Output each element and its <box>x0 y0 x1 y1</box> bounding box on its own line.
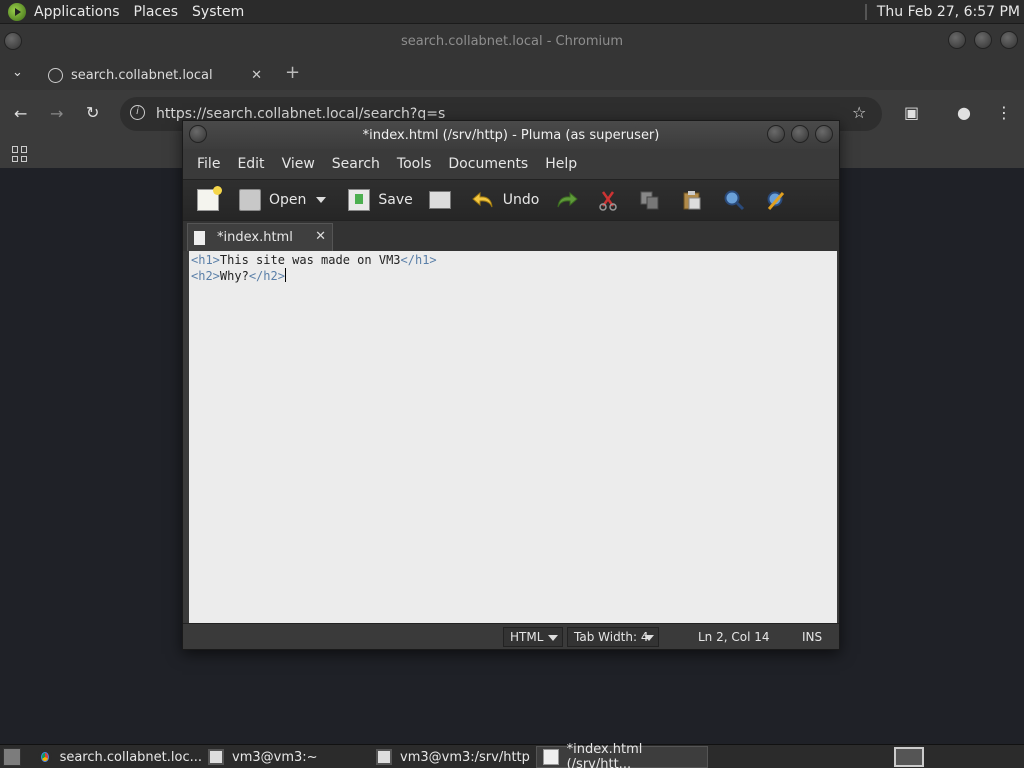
menu-help[interactable]: Help <box>545 156 577 172</box>
new-document-icon[interactable] <box>197 186 222 211</box>
clock[interactable]: Thu Feb 27, 6:57 PM <box>877 4 1020 20</box>
panel-menu: Applications Places System <box>0 2 244 21</box>
pluma-window-controls <box>767 125 833 143</box>
reload-icon[interactable]: ↻ <box>86 103 99 122</box>
cut-icon[interactable] <box>597 189 619 211</box>
close-button[interactable] <box>1000 31 1018 49</box>
text-editor-icon <box>543 749 559 765</box>
document-icon <box>194 230 205 245</box>
document-tab-label: *index.html <box>217 230 293 245</box>
system-menu[interactable]: System <box>192 4 244 20</box>
chromium-tabstrip: ⌄ search.collabnet.local ✕ + <box>0 58 1024 90</box>
save-icon[interactable] <box>348 189 371 211</box>
pluma-titlebar[interactable]: *index.html (/srv/http) - Pluma (as supe… <box>183 121 839 149</box>
pluma-toolbar: Open Save Undo <box>183 179 839 221</box>
workspace-switcher[interactable] <box>894 747 924 767</box>
panel-separator <box>864 4 867 20</box>
tab-close-icon[interactable]: ✕ <box>251 68 262 83</box>
chevron-down-icon <box>644 635 654 641</box>
chromium-window-title: search.collabnet.local - Chromium <box>400 33 624 49</box>
save-button[interactable]: Save <box>378 192 412 208</box>
taskbar-item-pluma[interactable]: *index.html (/srv/htt... <box>536 742 708 768</box>
document-tab-close-icon[interactable]: ✕ <box>315 229 326 244</box>
browser-tab-label: search.collabnet.local <box>71 67 213 83</box>
chevron-down-icon <box>548 635 558 641</box>
extensions-icon[interactable]: ▣ <box>904 103 919 122</box>
editor-line: <h2>Why?</h2> <box>191 268 286 283</box>
text-editor-area[interactable]: <h1>This site was made on VM3</h1> <h2>W… <box>189 251 837 623</box>
open-recent-dropdown-icon[interactable] <box>316 197 327 203</box>
open-button[interactable]: Open <box>269 192 306 208</box>
taskbar-item-chromium[interactable]: search.collabnet.loc... <box>32 746 202 768</box>
more-menu-icon[interactable]: ⋮ <box>996 103 1012 122</box>
terminal-icon <box>208 749 224 765</box>
chromium-icon <box>38 749 52 765</box>
new-tab-icon[interactable]: + <box>285 62 300 83</box>
open-folder-icon[interactable] <box>239 189 261 211</box>
site-info-icon[interactable]: i <box>130 105 145 120</box>
tab-width-selector[interactable]: Tab Width: 4 <box>567 627 659 647</box>
copy-icon[interactable] <box>639 189 661 211</box>
chromium-window-controls <box>948 31 1018 49</box>
globe-icon <box>48 67 63 83</box>
maximize-button[interactable] <box>974 31 992 49</box>
undo-icon[interactable] <box>471 189 495 211</box>
document-tab[interactable]: *index.html ✕ <box>187 223 333 251</box>
pluma-minimize-button[interactable] <box>767 125 785 143</box>
text-caret <box>284 268 286 282</box>
menu-file[interactable]: File <box>197 156 220 172</box>
menu-tools[interactable]: Tools <box>397 156 432 172</box>
pluma-window-title: *index.html (/srv/http) - Pluma (as supe… <box>362 127 660 143</box>
pluma-document-tabs: *index.html ✕ <box>183 221 839 251</box>
browser-tab[interactable]: search.collabnet.local ✕ <box>36 60 272 90</box>
find-replace-icon[interactable] <box>765 189 787 211</box>
pluma-close-button[interactable] <box>815 125 833 143</box>
bookmark-star-icon[interactable]: ☆ <box>852 103 866 122</box>
menu-view[interactable]: View <box>282 156 315 172</box>
apps-grid-icon[interactable] <box>12 146 28 162</box>
taskbar-item-terminal-srv[interactable]: vm3@vm3:/srv/http <box>370 746 534 768</box>
pluma-menubar: File Edit View Search Tools Documents He… <box>183 149 839 179</box>
show-desktop-icon[interactable] <box>3 748 21 766</box>
language-selector[interactable]: HTML <box>503 627 563 647</box>
distro-logo-icon[interactable] <box>8 2 26 21</box>
minimize-button[interactable] <box>948 31 966 49</box>
taskbar-item-terminal-home[interactable]: vm3@vm3:~ <box>202 746 370 768</box>
tab-search-chevron-icon[interactable]: ⌄ <box>12 65 23 80</box>
print-icon[interactable] <box>428 191 451 209</box>
pluma-window-menu-button[interactable] <box>189 125 207 143</box>
menu-edit[interactable]: Edit <box>237 156 264 172</box>
pluma-statusbar: HTML Tab Width: 4 Ln 2, Col 14 INS <box>183 623 839 649</box>
undo-button[interactable]: Undo <box>503 192 540 208</box>
cursor-position: Ln 2, Col 14 <box>698 630 770 644</box>
find-icon[interactable] <box>723 189 745 211</box>
pluma-maximize-button[interactable] <box>791 125 809 143</box>
profile-icon[interactable]: ● <box>957 103 971 122</box>
paste-icon[interactable] <box>681 189 703 211</box>
editor-line: <h1>This site was made on VM3</h1> <box>191 253 437 267</box>
forward-arrow-icon[interactable]: → <box>50 104 63 123</box>
menu-documents[interactable]: Documents <box>448 156 528 172</box>
redo-icon[interactable] <box>555 189 579 211</box>
back-arrow-icon[interactable]: ← <box>14 104 27 123</box>
taskbar: search.collabnet.loc... vm3@vm3:~ vm3@vm… <box>0 742 1024 768</box>
clock-area: Thu Feb 27, 6:57 PM <box>864 0 1020 24</box>
applications-menu[interactable]: Applications <box>34 4 120 20</box>
places-menu[interactable]: Places <box>134 4 179 20</box>
insert-mode: INS <box>802 630 823 644</box>
menu-search[interactable]: Search <box>332 156 380 172</box>
chromium-titlebar[interactable]: search.collabnet.local - Chromium <box>0 24 1024 58</box>
top-panel: Applications Places System Thu Feb 27, 6… <box>0 0 1024 24</box>
terminal-icon <box>376 749 392 765</box>
pluma-window: *index.html (/srv/http) - Pluma (as supe… <box>182 120 840 650</box>
window-menu-button[interactable] <box>4 32 22 50</box>
